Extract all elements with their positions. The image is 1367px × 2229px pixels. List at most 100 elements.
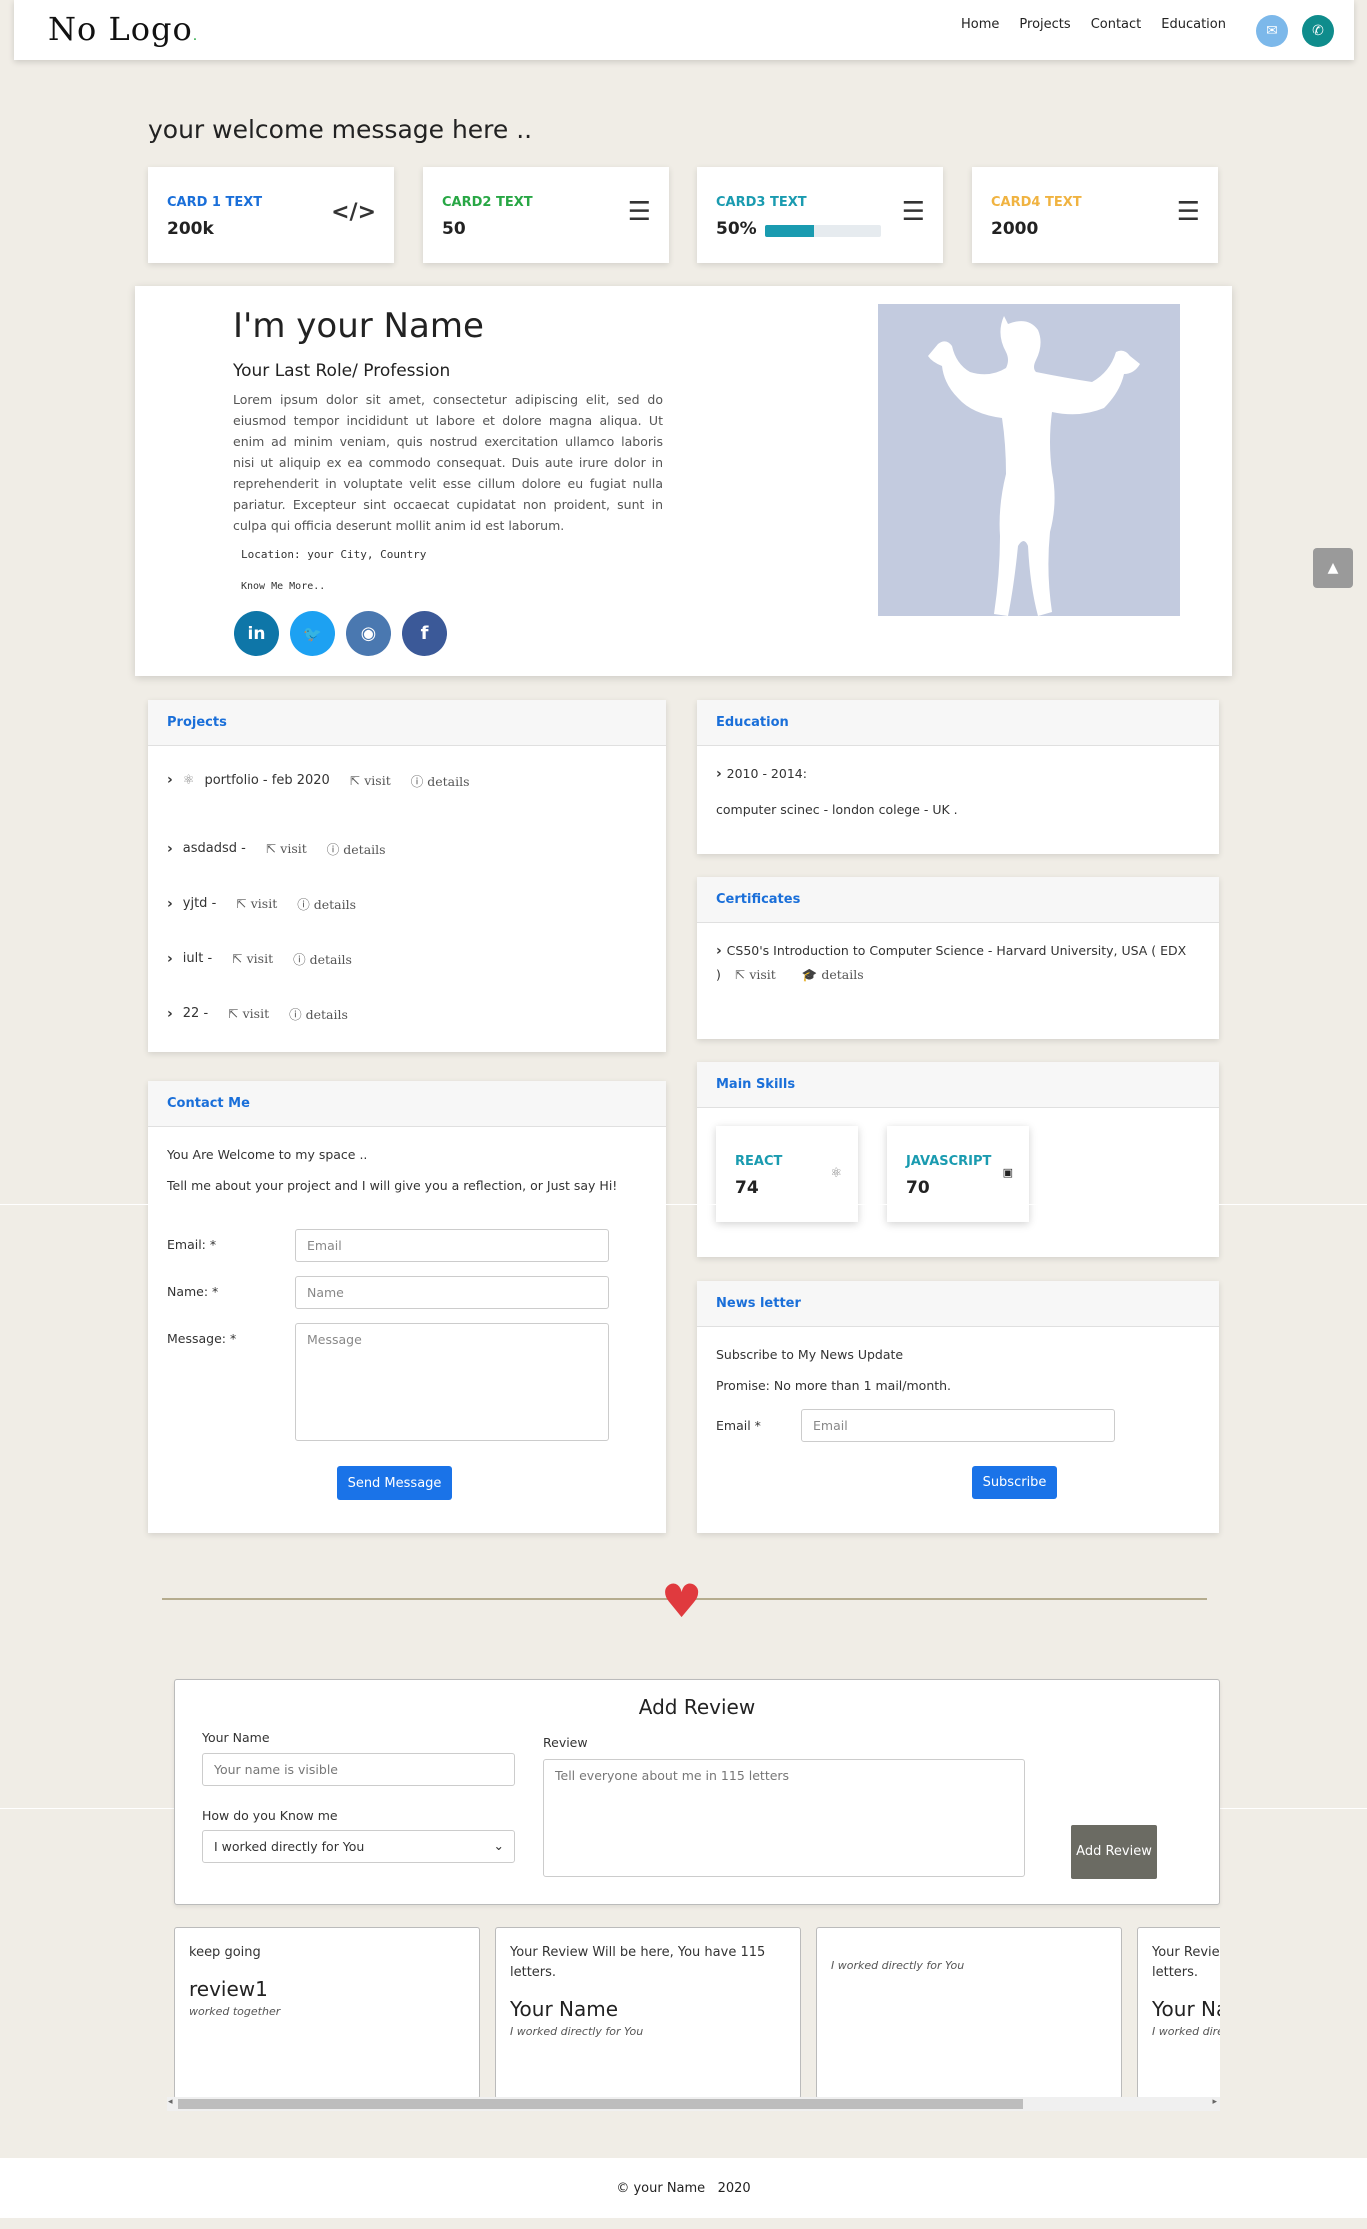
- phone-icon[interactable]: ✆: [1302, 15, 1334, 47]
- message-field[interactable]: Message: [295, 1323, 609, 1441]
- skill-name: REACT: [735, 1154, 783, 1169]
- horizontal-scrollbar[interactable]: ◂ ▸: [167, 2097, 1220, 2111]
- visit-link[interactable]: ⇱ visit: [266, 841, 307, 856]
- list-icon: ☰: [1176, 197, 1200, 227]
- scroll-to-top-button[interactable]: ▲: [1313, 548, 1353, 588]
- visit-link[interactable]: ⇱ visit: [735, 967, 776, 982]
- project-item[interactable]: › ⚛ portfolio - feb 2020 ⇱ visit ⓘ detai…: [167, 766, 647, 794]
- chevron-down-icon: ⌄: [493, 1838, 504, 1853]
- stat-card-3: CARD3 TEXT 50% ☰: [697, 167, 943, 263]
- nav-contact-link[interactable]: Contact: [1091, 17, 1142, 32]
- nav-projects-link[interactable]: Projects: [1019, 17, 1070, 32]
- facebook-icon[interactable]: f: [402, 611, 447, 656]
- skill-value: 70: [906, 1178, 930, 1198]
- silhouette-image: [928, 316, 1140, 616]
- add-review-form: Add Review Your Name Your name is visibl…: [174, 1679, 1220, 1905]
- your-name-label: Your Name: [202, 1730, 270, 1745]
- review-textarea[interactable]: Tell everyone about me in 115 letters: [543, 1759, 1025, 1877]
- linkedin-icon[interactable]: in: [234, 611, 279, 656]
- details-link[interactable]: ⓘ details: [327, 839, 386, 858]
- project-item[interactable]: › iult - ⇱ visit ⓘ details: [167, 931, 647, 986]
- github-icon[interactable]: ◉: [346, 611, 391, 656]
- separator-line: [0, 1204, 1367, 1205]
- name-field[interactable]: Name: [295, 1276, 609, 1309]
- chevron-right-icon: ›: [716, 943, 727, 959]
- newsletter-title: News letter: [697, 1281, 1219, 1327]
- reviewer-name: review1: [189, 1977, 268, 2001]
- mail-icon[interactable]: ✉: [1256, 15, 1288, 47]
- progress-fill: [765, 225, 814, 237]
- hero-section: I'm your Name Your Last Role/ Profession…: [135, 286, 1232, 676]
- review-text: Your Review Will be here, You have 115 l…: [510, 1945, 766, 1980]
- project-item[interactable]: › 22 - ⇱ visit ⓘ details: [167, 986, 647, 1041]
- subscribe-button[interactable]: Subscribe: [972, 1466, 1057, 1499]
- newsletter-email-label: Email *: [716, 1418, 761, 1433]
- send-message-button[interactable]: Send Message: [337, 1466, 452, 1500]
- review-card: keep going review1 worked together: [174, 1927, 480, 2099]
- message-label: Message: *: [167, 1331, 237, 1346]
- know-more-link[interactable]: Know Me More..: [241, 581, 325, 592]
- project-item[interactable]: › yjtd - ⇱ visit ⓘ details: [167, 876, 647, 931]
- visit-link[interactable]: ⇱ visit: [236, 896, 277, 911]
- project-name: yjtd -: [182, 896, 217, 911]
- stat-card-4: CARD4 TEXT 2000 ☰: [972, 167, 1218, 263]
- details-link[interactable]: ⓘ details: [411, 771, 470, 790]
- visit-link[interactable]: ⇱ visit: [228, 1006, 269, 1021]
- js-icon: ▣: [1002, 1166, 1013, 1179]
- hero-role: Your Last Role/ Profession: [233, 361, 451, 381]
- stat-value: 50: [442, 219, 466, 239]
- stat-label: CARD2 TEXT: [442, 195, 533, 210]
- contact-welcome: You Are Welcome to my space ..: [167, 1147, 368, 1162]
- skills-title: Main Skills: [697, 1062, 1219, 1108]
- stat-label: CARD 1 TEXT: [167, 195, 263, 210]
- add-review-button[interactable]: Add Review: [1071, 1825, 1157, 1879]
- reviewer-relation: I worked directly for You: [1152, 2025, 1220, 2038]
- details-link[interactable]: ⓘ details: [293, 949, 352, 968]
- review-card: I worked directly for You: [816, 1927, 1122, 2099]
- review-text: keep going: [189, 1945, 261, 1960]
- chevron-right-icon: ›: [167, 950, 173, 967]
- visit-link[interactable]: ⇱ visit: [350, 773, 391, 788]
- hero-name: I'm your Name: [233, 306, 484, 346]
- nav-home-link[interactable]: Home: [961, 17, 999, 32]
- reviewer-relation: I worked directly for You: [510, 2025, 644, 2038]
- email-field[interactable]: Email: [295, 1229, 609, 1262]
- how-know-label: How do you Know me: [202, 1808, 338, 1823]
- nav-education-link[interactable]: Education: [1161, 17, 1226, 32]
- scrollbar-thumb[interactable]: [178, 2099, 1023, 2109]
- scroll-left-icon[interactable]: ◂: [168, 2097, 173, 2107]
- project-item[interactable]: › asdadsd - ⇱ visit ⓘ details: [167, 821, 647, 876]
- review-card: Your Review Will be here, You have 115 l…: [495, 1927, 801, 2099]
- chevron-right-icon: ›: [167, 772, 173, 788]
- add-review-title: Add Review: [638, 1695, 756, 1719]
- review-card: Your Review Will be here, You have 115 l…: [1137, 1927, 1220, 2099]
- skill-card: REACT 74 ⚛: [716, 1126, 858, 1222]
- chevron-right-icon: ›: [167, 840, 173, 857]
- welcome-message: your welcome message here ..: [148, 115, 533, 144]
- certificates-panel: Certificates › CS50's Introduction to Co…: [697, 877, 1219, 1039]
- footer: © your Name 2020: [0, 2158, 1367, 2218]
- react-icon: ⚛: [830, 1166, 842, 1181]
- details-link[interactable]: ⓘ details: [289, 1004, 348, 1023]
- reviewer-name: Your Name: [510, 1997, 619, 2021]
- how-know-select[interactable]: I worked directly for You ⌄: [202, 1830, 515, 1863]
- stat-value: 200k: [167, 219, 214, 239]
- visit-link[interactable]: ⇱ visit: [232, 951, 273, 966]
- stat-value: 50%: [716, 219, 757, 239]
- details-link[interactable]: 🎓 details: [802, 967, 864, 982]
- newsletter-email-field[interactable]: Email: [801, 1409, 1115, 1442]
- reviewer-name: Your Name: [1152, 1997, 1220, 2021]
- progress-bar: [765, 225, 881, 237]
- reviewer-relation: worked together: [189, 2005, 281, 2018]
- stat-label: CARD4 TEXT: [991, 195, 1082, 210]
- hero-bio: Lorem ipsum dolor sit amet, consectetur …: [233, 392, 663, 533]
- logo[interactable]: No Logo.: [48, 10, 198, 48]
- certificate-item: › CS50's Introduction to Computer Scienc…: [716, 943, 1187, 959]
- scroll-right-icon[interactable]: ▸: [1212, 2097, 1217, 2107]
- review-name-input[interactable]: Your name is visible: [202, 1753, 515, 1786]
- chevron-right-icon: ›: [167, 1005, 173, 1022]
- details-link[interactable]: ⓘ details: [297, 894, 356, 913]
- project-name: 22 -: [182, 1006, 209, 1021]
- education-desc: computer scinec - london colege - UK .: [716, 802, 958, 817]
- twitter-icon[interactable]: 🐦: [290, 611, 335, 656]
